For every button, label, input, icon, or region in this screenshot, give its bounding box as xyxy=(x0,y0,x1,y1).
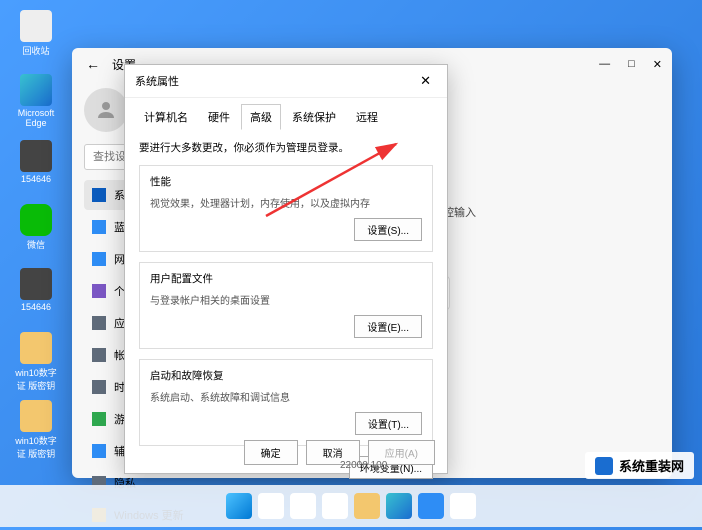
back-button[interactable]: ← xyxy=(82,52,104,76)
system-properties-dialog: 系统属性 ✕ 计算机名硬件高级系统保护远程 要进行大多数更改，你必须作为管理员登… xyxy=(124,64,448,474)
desktop-icon-edge[interactable]: Microsoft Edge xyxy=(12,74,60,128)
person-icon xyxy=(94,98,118,122)
watermark: 系统重装网 xyxy=(585,452,694,479)
group-desc: 与登录帐户相关的桌面设置 xyxy=(150,292,422,307)
taskbar-search[interactable] xyxy=(258,493,284,519)
group-title: 用户配置文件 xyxy=(150,271,422,286)
close-button[interactable]: ✕ xyxy=(653,58,662,71)
desktop-icon-recycle[interactable]: 回收站 xyxy=(12,10,60,57)
ok-button[interactable]: 确定 xyxy=(244,440,298,465)
watermark-text: 系统重装网 xyxy=(619,456,684,475)
nav-icon xyxy=(92,188,106,202)
group-settings-button-1[interactable]: 设置(E)... xyxy=(354,315,422,338)
group-title: 启动和故障恢复 xyxy=(150,368,422,383)
tab-0[interactable]: 计算机名 xyxy=(135,104,197,130)
group-settings-button-0[interactable]: 设置(S)... xyxy=(354,218,422,241)
taskbar-widgets[interactable] xyxy=(322,493,348,519)
desktop-icon-folder-b[interactable]: win10数字证 版密钥 xyxy=(12,400,60,460)
group-settings-button-2[interactable]: 设置(T)... xyxy=(355,412,422,435)
desktop-icon-154646a[interactable]: 154646 xyxy=(12,140,60,184)
nav-icon xyxy=(92,220,106,234)
admin-hint: 要进行大多数更改，你必须作为管理员登录。 xyxy=(139,140,433,155)
build-number: 22000.100 xyxy=(340,460,387,471)
avatar xyxy=(84,88,128,132)
tab-4[interactable]: 远程 xyxy=(347,104,387,130)
sysprops-tabs: 计算机名硬件高级系统保护远程 xyxy=(125,98,447,130)
nav-icon xyxy=(92,348,106,362)
nav-icon xyxy=(92,284,106,298)
tab-2[interactable]: 高级 xyxy=(241,104,281,130)
taskbar-app[interactable] xyxy=(450,493,476,519)
nav-icon xyxy=(92,380,106,394)
sysprops-close-button[interactable]: ✕ xyxy=(414,71,437,91)
desktop-icon-wechat[interactable]: 微信 xyxy=(12,204,60,251)
watermark-logo-icon xyxy=(595,457,613,475)
taskbar-store[interactable] xyxy=(418,493,444,519)
group-title: 性能 xyxy=(150,174,422,189)
maximize-button[interactable]: □ xyxy=(628,58,635,71)
nav-icon xyxy=(92,316,106,330)
taskbar-explorer[interactable] xyxy=(354,493,380,519)
group-desc: 视觉效果，处理器计划，内存使用，以及虚拟内存 xyxy=(150,195,422,210)
start-button[interactable] xyxy=(226,493,252,519)
group-0: 性能视觉效果，处理器计划，内存使用，以及虚拟内存设置(S)... xyxy=(139,165,433,252)
group-desc: 系统启动、系统故障和调试信息 xyxy=(150,389,422,404)
group-2: 启动和故障恢复系统启动、系统故障和调试信息设置(T)... xyxy=(139,359,433,446)
minimize-button[interactable]: — xyxy=(599,58,610,71)
group-1: 用户配置文件与登录帐户相关的桌面设置设置(E)... xyxy=(139,262,433,349)
nav-icon xyxy=(92,444,106,458)
taskbar-edge[interactable] xyxy=(386,493,412,519)
desktop-icon-folder-a[interactable]: win10数字证 版密钥 xyxy=(12,332,60,392)
sysprops-title: 系统属性 xyxy=(135,73,179,89)
tab-3[interactable]: 系统保护 xyxy=(283,104,345,130)
nav-icon xyxy=(92,412,106,426)
taskbar xyxy=(0,485,702,527)
nav-icon xyxy=(92,252,106,266)
tab-1[interactable]: 硬件 xyxy=(199,104,239,130)
desktop-icon-154646b[interactable]: 154646 xyxy=(12,268,60,312)
taskbar-taskview[interactable] xyxy=(290,493,316,519)
